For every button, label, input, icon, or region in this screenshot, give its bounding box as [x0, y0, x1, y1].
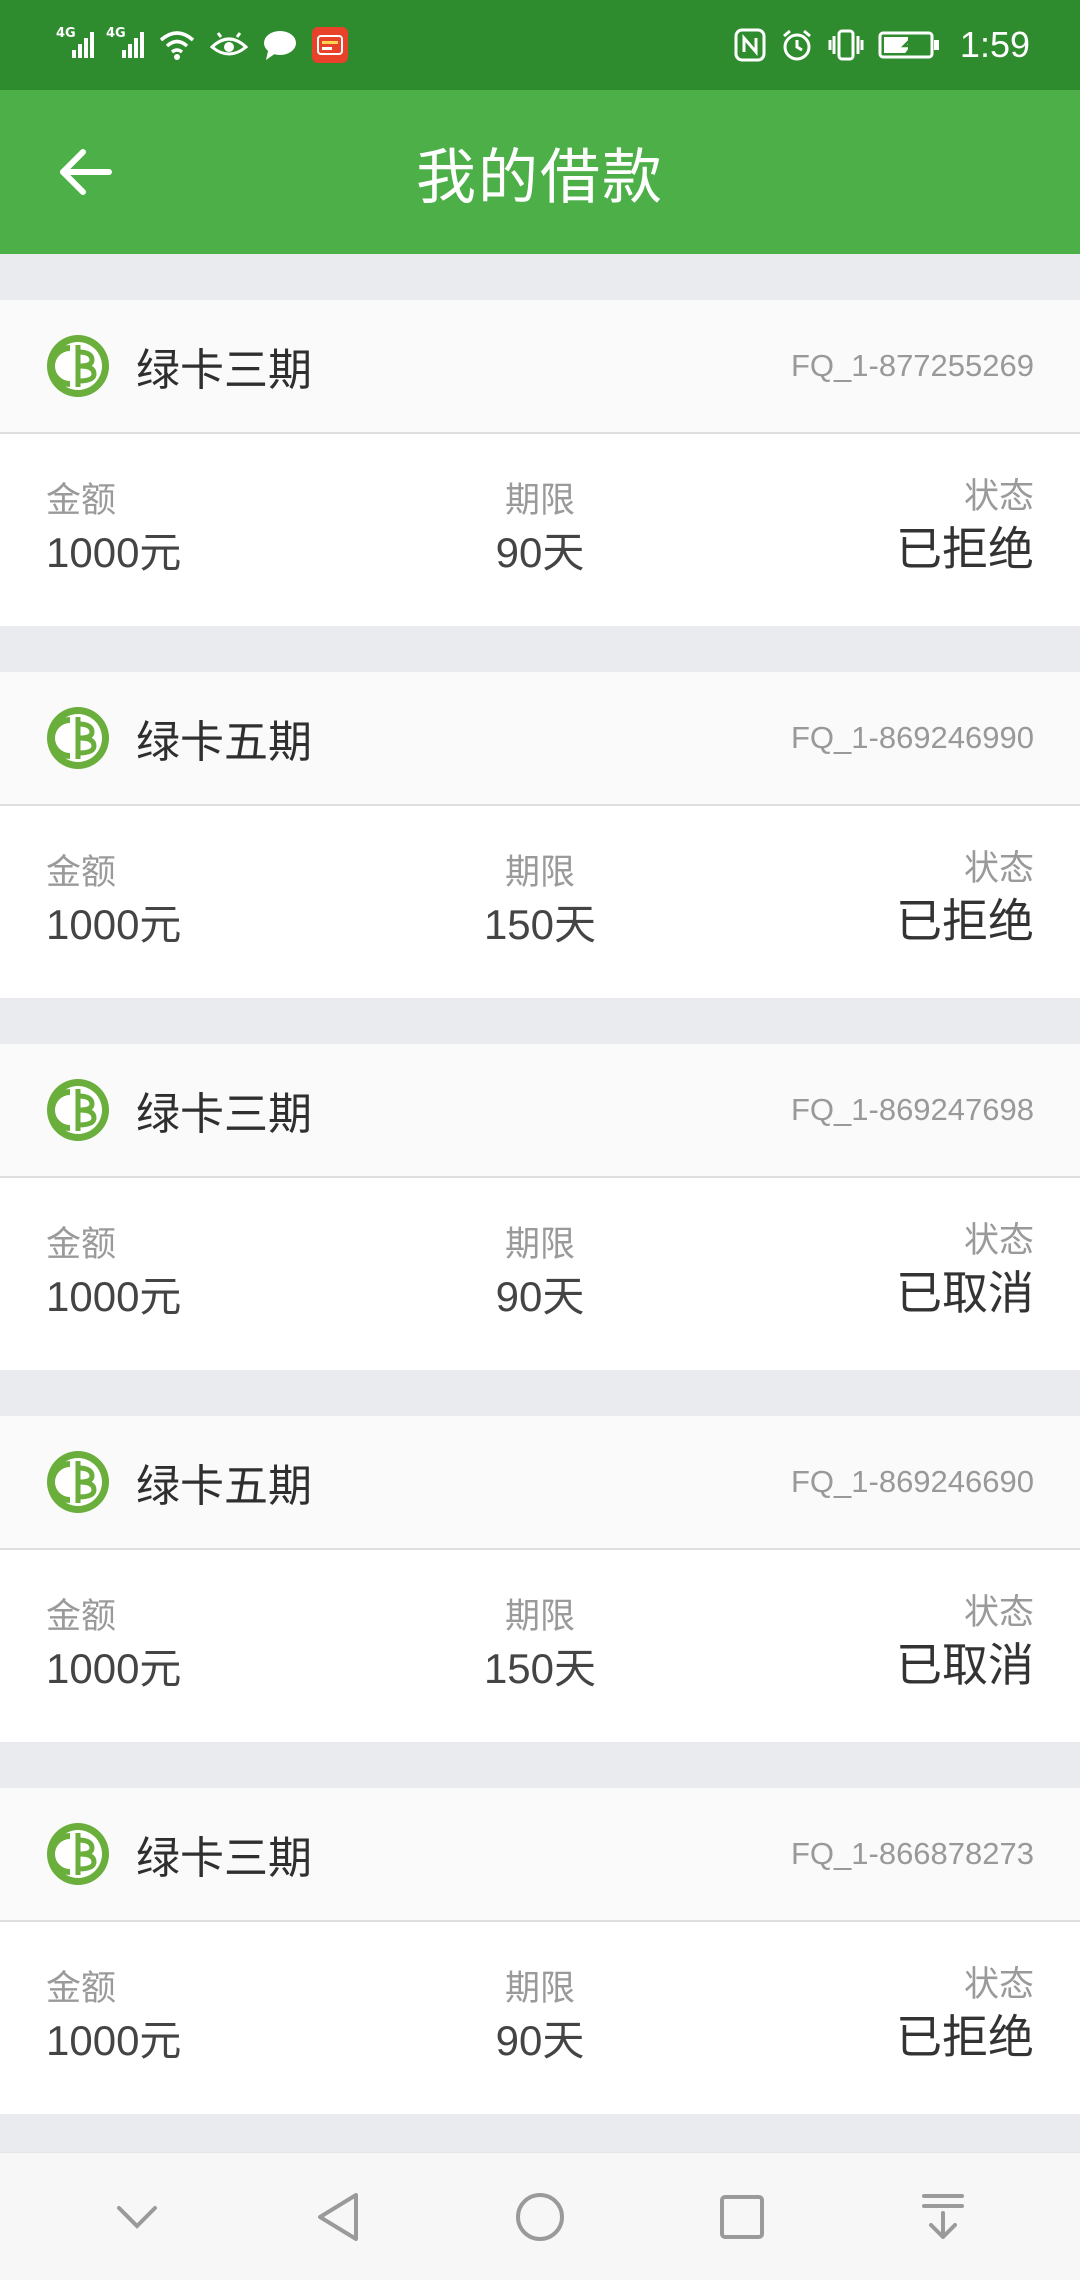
status-value: 已拒绝: [896, 2011, 1034, 2063]
status-value: 已拒绝: [896, 523, 1034, 575]
wifi-icon: [159, 31, 195, 60]
signal-icon: 4G: [56, 26, 94, 60]
product-name: 绿卡三期: [136, 345, 312, 396]
status-label: 状态: [963, 1221, 1034, 1261]
product-name: 绿卡五期: [136, 717, 312, 768]
status-column: 状态 已拒绝: [896, 1962, 1034, 2066]
loan-card-header: 绿卡五期 FQ_1-869246990: [0, 672, 1080, 806]
nav-hide-button[interactable]: [92, 2172, 182, 2262]
status-column: 状态 已拒绝: [896, 474, 1034, 578]
chevron-down-icon: [116, 2205, 157, 2229]
order-number: FQ_1-869246990: [790, 720, 1034, 755]
nfc-icon: [734, 28, 766, 62]
nav-notification-button[interactable]: [898, 2172, 988, 2262]
loan-card-body: 金额 1000元 期限 90天 状态 已拒绝: [0, 434, 1080, 626]
loan-card-header: 绿卡三期 FQ_1-866878273: [0, 1788, 1080, 1922]
greencard-logo-icon: [47, 707, 109, 769]
loan-card[interactable]: 绿卡五期 FQ_1-869246990 金额 1000元 期限 150天 状态 …: [0, 672, 1080, 998]
greencard-logo-icon: [47, 1823, 109, 1885]
eye-icon: [210, 32, 248, 56]
alarm-icon: [782, 29, 811, 61]
signal-icon-2: 4G: [106, 26, 144, 60]
product-name: 绿卡三期: [136, 1833, 312, 1884]
loan-card-header: 绿卡三期 FQ_1-869247698: [0, 1044, 1080, 1178]
loan-card-body: 金额 1000元 期限 90天 状态 已拒绝: [0, 1922, 1080, 2114]
system-nav-bar: [0, 2152, 1080, 2280]
loan-card[interactable]: 绿卡五期 FQ_1-869246690 金额 1000元 期限 150天 状态 …: [0, 1416, 1080, 1742]
app-notification-icon: [312, 27, 348, 63]
status-value: 已取消: [896, 1267, 1034, 1319]
product-name: 绿卡五期: [136, 1461, 312, 1512]
status-label: 状态: [963, 1593, 1034, 1633]
order-number: FQ_1-869247698: [790, 1092, 1034, 1127]
status-bar: 4G 4G 1:59: [0, 0, 1080, 90]
status-column: 状态 已拒绝: [896, 846, 1034, 950]
loan-card-body: 金额 1000元 期限 150天 状态 已拒绝: [0, 806, 1080, 998]
status-column: 状态 已取消: [896, 1590, 1034, 1694]
nav-recents-button[interactable]: [697, 2172, 787, 2262]
greencard-logo-icon: [47, 1451, 109, 1513]
recents-square-icon: [719, 2194, 764, 2239]
arrow-left-icon: [60, 149, 112, 195]
page-title: 我的借款: [416, 142, 664, 213]
order-number: FQ_1-869246690: [790, 1464, 1034, 1499]
pull-down-icon: [922, 2193, 965, 2239]
status-label: 状态: [963, 477, 1034, 517]
order-number: FQ_1-866878273: [790, 1836, 1034, 1871]
vibrate-icon: [828, 29, 864, 61]
status-bar-right: 1:59: [734, 24, 1030, 66]
loan-card[interactable]: 绿卡三期 FQ_1-869247698 金额 1000元 期限 90天 状态 已…: [0, 1044, 1080, 1370]
clock-time: 1:59: [959, 24, 1030, 65]
nav-back-button[interactable]: [293, 2172, 383, 2262]
battery-icon: [878, 31, 939, 59]
title-bar: 我的借款: [0, 90, 1080, 254]
greencard-logo-icon: [47, 335, 109, 397]
status-label: 状态: [963, 1965, 1034, 2005]
status-value: 已拒绝: [896, 895, 1034, 947]
chat-icon: [264, 31, 296, 60]
status-value: 已取消: [896, 1639, 1034, 1691]
loan-card-header: 绿卡五期 FQ_1-869246690: [0, 1416, 1080, 1550]
home-circle-icon: [515, 2192, 564, 2241]
product-name: 绿卡三期: [136, 1089, 312, 1140]
network-type-label: 4G: [56, 26, 76, 41]
loan-card[interactable]: 绿卡三期 FQ_1-866878273 金额 1000元 期限 90天 状态 已…: [0, 1788, 1080, 2114]
loan-card-body: 金额 1000元 期限 90天 状态 已取消: [0, 1178, 1080, 1370]
status-column: 状态 已取消: [896, 1218, 1034, 1322]
loan-card[interactable]: 绿卡三期 FQ_1-877255269 金额 1000元 期限 90天 状态 已…: [0, 300, 1080, 626]
loan-list: 绿卡三期 FQ_1-877255269 金额 1000元 期限 90天 状态 已…: [0, 254, 1080, 2114]
back-button[interactable]: [50, 136, 122, 208]
loan-card-header: 绿卡三期 FQ_1-877255269: [0, 300, 1080, 434]
loan-card-body: 金额 1000元 期限 150天 状态 已取消: [0, 1550, 1080, 1742]
status-label: 状态: [963, 849, 1034, 889]
nav-home-button[interactable]: [495, 2172, 585, 2262]
greencard-logo-icon: [47, 1079, 109, 1141]
back-triangle-icon: [318, 2192, 359, 2241]
status-bar-left: 4G 4G: [56, 26, 348, 63]
network-type-label-2: 4G: [106, 26, 126, 41]
order-number: FQ_1-877255269: [790, 348, 1034, 383]
